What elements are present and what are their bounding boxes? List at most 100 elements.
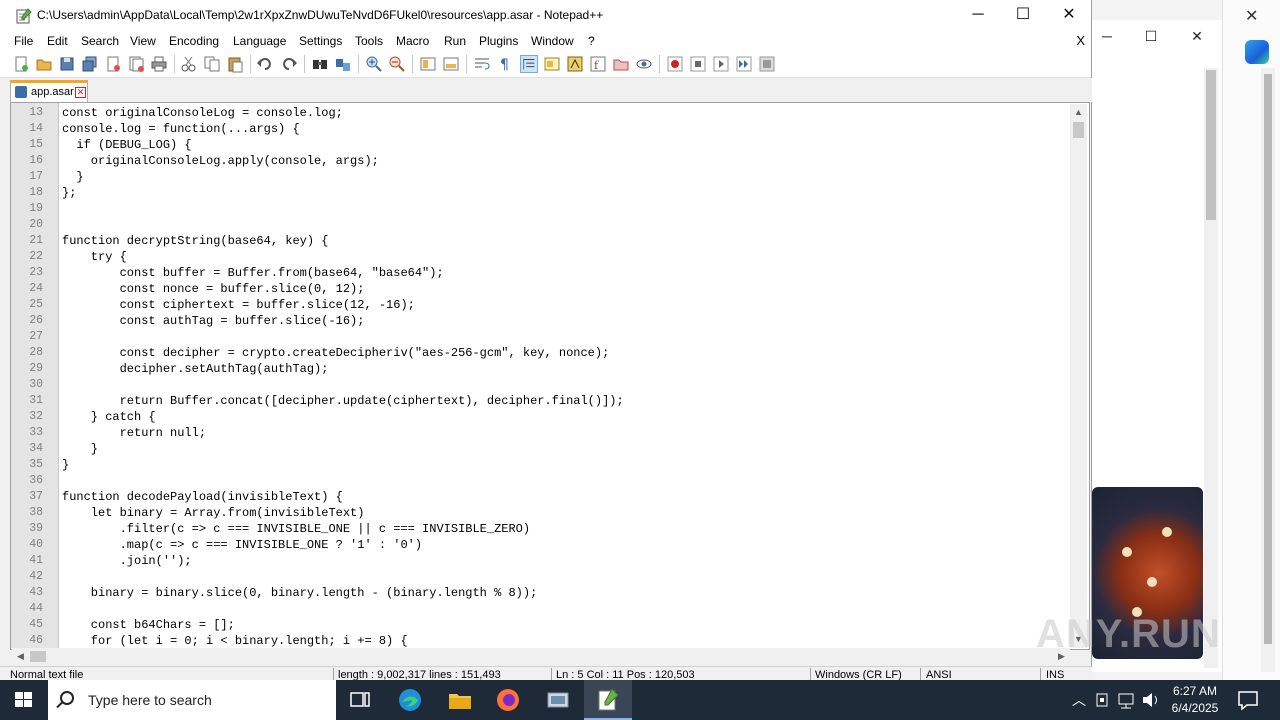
sync-horizontal-icon[interactable] [442,55,460,73]
code-line[interactable]: 15 if (DEBUG_LOG) { [29,137,1071,153]
code-line[interactable]: 22 try { [29,249,1071,265]
menu-edit[interactable]: Edit [47,34,68,48]
code-line[interactable]: 36 [29,473,1071,489]
bg-minimize-icon[interactable]: ─ [1092,26,1122,46]
paste-icon[interactable] [226,55,244,73]
tab-app-asar[interactable]: app.asar ✕ [10,80,88,102]
network-icon[interactable] [1116,688,1138,712]
show-hidden-icons-icon[interactable]: ︿ [1072,690,1086,710]
code-line[interactable]: 28 const decipher = crypto.createDeciphe… [29,345,1071,361]
bg-scrollbar[interactable] [1204,68,1218,668]
word-wrap-icon[interactable] [473,55,491,73]
code-line[interactable]: 24 const nonce = buffer.slice(0, 12); [29,281,1071,297]
code-line[interactable]: 21 function decryptString(base64, key) { [29,233,1071,249]
doc-map-icon[interactable] [566,55,584,73]
maximize-button[interactable]: ☐ [1000,0,1046,32]
save-icon[interactable] [58,55,76,73]
menu-encoding[interactable]: Encoding [169,34,219,48]
start-button[interactable] [0,680,48,720]
sidebar-close-icon[interactable]: ✕ [1245,6,1258,26]
sync-vertical-icon[interactable] [419,55,437,73]
menu-language[interactable]: Language [233,34,286,48]
minimize-button[interactable]: ─ [955,0,1001,32]
close-button[interactable]: ✕ [1046,0,1092,32]
menu-window[interactable]: Window [531,34,574,48]
open-file-icon[interactable] [35,55,53,73]
tab-close-icon[interactable]: ✕ [75,87,86,98]
folder-workspace-icon[interactable] [612,55,630,73]
file-explorer-icon[interactable] [446,686,474,714]
notepadpp-taskbar-icon[interactable] [594,686,622,714]
udl-icon[interactable] [543,55,561,73]
code-line[interactable]: 37 function decodePayload(invisibleText) … [29,489,1071,505]
code-line[interactable]: 31 return Buffer.concat([decipher.update… [29,393,1071,409]
code-line[interactable]: 41 .join(''); [29,553,1071,569]
code-line[interactable]: 26 const authTag = buffer.slice(-16); [29,313,1071,329]
copy-icon[interactable] [203,55,221,73]
close-icon[interactable] [104,55,122,73]
security-icon[interactable] [1092,688,1112,712]
menu-macro[interactable]: Macro [396,34,429,48]
vertical-scroll-thumb[interactable] [1073,122,1084,138]
system-clock[interactable]: 6:27 AM 6/4/2025 [1166,683,1224,717]
monitoring-icon[interactable] [635,55,653,73]
zoom-out-icon[interactable] [388,55,406,73]
code-line[interactable]: 29 decipher.setAuthTag(authTag); [29,361,1071,377]
code-line[interactable]: 33 return null; [29,425,1071,441]
code-line[interactable]: 35} [29,457,1071,473]
code-line[interactable]: 30 [29,377,1071,393]
menu-tools[interactable]: Tools [355,34,383,48]
horizontal-scrollbar[interactable]: ◀ ▶ [12,648,1070,665]
close-all-icon[interactable] [127,55,145,73]
run-macro-multiple-icon[interactable] [735,55,753,73]
cut-icon[interactable] [180,55,198,73]
play-macro-icon[interactable] [712,55,730,73]
print-icon[interactable] [150,55,168,73]
code-editor[interactable]: 13 const originalConsoleLog = console.log… [10,102,1090,650]
taskbar-search-box[interactable]: Type here to search [48,680,336,720]
function-list-icon[interactable]: f [589,55,607,73]
code-line[interactable]: 32 } catch { [29,409,1071,425]
code-line[interactable]: 45 const b64Chars = []; [29,617,1071,633]
menu-file[interactable]: File [14,34,33,48]
code-line[interactable]: 40 .map(c => c === INVISIBLE_ONE ? '1' :… [29,537,1071,553]
code-line[interactable]: 13 const originalConsoleLog = console.log… [29,105,1071,121]
save-all-icon[interactable] [81,55,99,73]
code-line[interactable]: 46 for (let i = 0; i < binary.length; i … [29,633,1071,649]
indent-guide-icon[interactable] [520,55,538,73]
save-macro-icon[interactable] [758,55,776,73]
firefox-icon[interactable] [494,686,522,714]
edge-browser-icon[interactable] [396,686,424,714]
code-line[interactable]: 39 .filter(c => c === INVISIBLE_ONE || c… [29,521,1071,537]
zoom-in-icon[interactable] [365,55,383,73]
menu-plugins[interactable]: Plugins [479,34,518,48]
code-line[interactable]: 42 [29,569,1071,585]
task-view-icon[interactable] [346,686,374,714]
menu-search[interactable]: Search [81,34,119,48]
code-line[interactable]: 27 [29,329,1071,345]
new-file-icon[interactable] [12,55,30,73]
replace-icon[interactable] [334,55,352,73]
code-line[interactable]: 14 console.log = function(...args) { [29,121,1071,137]
notifications-icon[interactable] [1236,688,1260,712]
code-line[interactable]: 23 const buffer = Buffer.from(base64, "b… [29,265,1071,281]
code-line[interactable]: 17 } [29,169,1071,185]
code-line[interactable]: 44 [29,601,1071,617]
code-line[interactable]: 34 } [29,441,1071,457]
code-area[interactable]: 13 const originalConsoleLog = console.log… [29,105,1071,649]
vertical-scrollbar[interactable]: ▲ ▼ [1070,104,1087,648]
menu-view[interactable]: View [130,34,156,48]
code-line[interactable]: 38 let binary = Array.from(invisibleText… [29,505,1071,521]
code-line[interactable]: 25 const ciphertext = buffer.slice(12, -… [29,297,1071,313]
bg-close-icon[interactable]: ✕ [1182,26,1212,46]
code-line[interactable]: 18}; [29,185,1071,201]
scroll-up-icon[interactable]: ▲ [1070,104,1087,121]
menu-help[interactable]: ? [588,34,595,48]
find-icon[interactable] [311,55,329,73]
redo-icon[interactable] [280,55,298,73]
code-line[interactable]: 16 originalConsoleLog.apply(console, arg… [29,153,1071,169]
copilot-icon[interactable] [1245,40,1269,64]
scroll-left-icon[interactable]: ◀ [12,648,29,665]
menu-settings[interactable]: Settings [299,34,342,48]
network-app-icon[interactable] [544,686,572,714]
